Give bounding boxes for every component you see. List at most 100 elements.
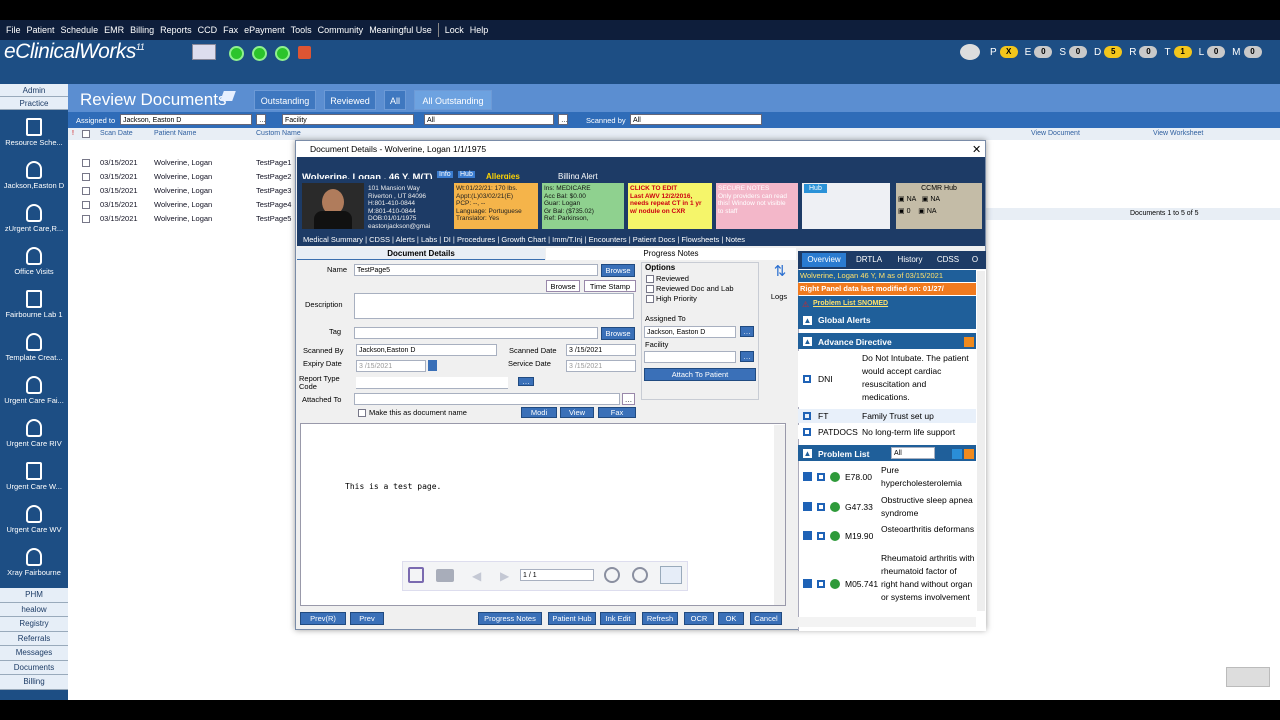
tag-field[interactable] <box>354 327 598 339</box>
status-count-t[interactable]: 1 <box>1173 46 1192 58</box>
row-checkbox[interactable] <box>817 473 825 481</box>
col-custom-name[interactable]: Custom Name <box>256 130 301 137</box>
zoom-in-icon[interactable] <box>632 567 648 583</box>
menu-file[interactable]: File <box>6 25 21 35</box>
bottom-prevbutton[interactable]: Prev <box>350 612 384 625</box>
nav-practice[interactable]: Practice <box>0 97 68 110</box>
nav-item[interactable]: Jackson,Easton D <box>0 157 68 200</box>
table-row[interactable]: 03/15/2021 Wolverine, Logan TestPage3 <box>68 184 298 198</box>
tab-all-outstanding[interactable]: All Outstanding <box>414 90 492 110</box>
fax-button[interactable]: Fax <box>598 407 636 418</box>
row-checkbox[interactable] <box>803 428 811 436</box>
bottom-ink-editbutton[interactable]: Ink Edit <box>600 612 636 625</box>
menu-reports[interactable]: Reports <box>160 25 192 35</box>
status-green-icon[interactable] <box>275 46 290 61</box>
filter-more-button[interactable]: … <box>558 114 568 125</box>
row-checkbox[interactable] <box>82 215 90 223</box>
expand-icon[interactable] <box>803 531 812 540</box>
menu-ccd[interactable]: CCD <box>198 25 218 35</box>
rp-tab-drtla[interactable]: DRTLA <box>850 253 888 267</box>
attached-more-button[interactable]: … <box>622 393 635 405</box>
menu-schedule[interactable]: Schedule <box>61 25 99 35</box>
filter-all-select[interactable]: All <box>424 114 554 125</box>
bottom-patient-hubbutton[interactable]: Patient Hub <box>548 612 596 625</box>
video-controls[interactable] <box>1226 667 1270 687</box>
expiry-date-field[interactable]: 3 /15/2021 <box>356 360 426 372</box>
status-count-m[interactable]: 0 <box>1243 46 1262 58</box>
assigned-more-button[interactable]: … <box>256 114 266 125</box>
row-checkbox[interactable] <box>803 375 811 383</box>
hub-card[interactable]: Hub <box>802 183 890 229</box>
user-icon[interactable] <box>192 44 216 60</box>
scanned-date-field[interactable]: 3 /15/2021 <box>566 344 636 356</box>
appointment-card[interactable]: Wt:01/22/21: 170 lbs. Appt:(L)03/02/21(E)… <box>454 183 538 229</box>
nav-phm[interactable]: PHM <box>0 588 68 603</box>
browse-button[interactable]: Browse <box>601 264 635 277</box>
nav-item[interactable]: Fairbourne Lab 1 <box>0 286 68 329</box>
click-to-edit-card[interactable]: CLICK TO EDIT Last AWV 12/2/2016, needs re… <box>628 183 712 229</box>
select-all-checkbox[interactable] <box>82 130 90 138</box>
global-alerts-header[interactable]: Global Alerts <box>818 315 871 325</box>
page-layout-icon[interactable] <box>660 566 682 584</box>
problem-list-header[interactable]: Problem List <box>818 449 869 459</box>
report-type-more-button[interactable]: … <box>518 377 534 386</box>
rp-vertical-scrollbar[interactable] <box>977 271 985 611</box>
nav-item[interactable]: Resource Sche... <box>0 114 68 157</box>
bottom-ocrbutton[interactable]: OCR <box>684 612 714 625</box>
nav-documents[interactable]: Documents <box>0 660 68 675</box>
refresh-icon[interactable] <box>960 44 980 60</box>
menu-help[interactable]: Help <box>470 25 489 35</box>
nav-referrals[interactable]: Referrals <box>0 631 68 646</box>
menu-icon[interactable] <box>964 337 974 347</box>
nav-messages[interactable]: Messages <box>0 646 68 661</box>
zoom-out-icon[interactable] <box>604 567 620 583</box>
nav-item[interactable]: zUrgent Care,R... <box>0 200 68 243</box>
row-checkbox[interactable] <box>82 159 90 167</box>
table-row[interactable]: 03/15/2021 Wolverine, Logan TestPage5 <box>68 212 298 226</box>
menu-meaningful-use[interactable]: Meaningful Use <box>369 25 432 35</box>
menu-billing[interactable]: Billing <box>130 25 154 35</box>
assigned-to-more-button[interactable]: … <box>740 326 754 337</box>
facility-select[interactable]: Facility <box>282 114 414 125</box>
bottom-okbutton[interactable]: OK <box>718 612 744 625</box>
col-patient-name[interactable]: Patient Name <box>154 130 196 137</box>
nav-item[interactable]: Urgent Care RIV <box>0 415 68 458</box>
row-checkbox[interactable] <box>803 412 811 420</box>
view-button[interactable]: View <box>560 407 594 418</box>
service-date-field[interactable]: 3 /15/2021 <box>566 360 636 372</box>
menu-tools[interactable]: Tools <box>291 25 312 35</box>
assigned-to-select[interactable]: Jackson, Easton D <box>644 326 736 338</box>
previous-page-icon[interactable]: ◀ <box>472 569 481 583</box>
rp-tab-history[interactable]: History <box>892 253 928 267</box>
name-field[interactable]: TestPage5 <box>354 264 598 276</box>
menu-emr[interactable]: EMR <box>104 25 124 35</box>
collapse-icon[interactable]: ▲ <box>803 449 812 458</box>
report-type-field[interactable] <box>356 377 508 389</box>
alert-icon[interactable] <box>298 46 311 59</box>
insurance-card[interactable]: Ins: MEDICARE Acc Bal: $0.00 Guar: Logan Gr… <box>542 183 624 229</box>
close-icon[interactable]: ✕ <box>972 143 981 156</box>
status-green-icon[interactable] <box>229 46 244 61</box>
nav-admin[interactable]: Admin <box>0 84 68 97</box>
browse-button-2[interactable]: Browse <box>546 280 580 292</box>
tab-all[interactable]: All <box>384 90 406 110</box>
nav-item[interactable]: Urgent Care W... <box>0 458 68 501</box>
problem-list-snomed-link[interactable]: Problem List SNOMED <box>813 300 888 307</box>
row-checkbox[interactable] <box>817 580 825 588</box>
bottom-refreshbutton[interactable]: Refresh <box>642 612 678 625</box>
modi-button[interactable]: Modi <box>521 407 557 418</box>
patient-nav-tabs[interactable]: Medical Summary | CDSS | Alerts | Labs |… <box>297 234 985 246</box>
menu-epayment[interactable]: ePayment <box>244 25 285 35</box>
save-icon[interactable] <box>408 567 424 583</box>
nav-billing[interactable]: Billing <box>0 675 68 690</box>
bottom-prev-r-button[interactable]: Prev(R) <box>300 612 346 625</box>
status-count-l[interactable]: 0 <box>1207 46 1226 58</box>
rp-tab-o[interactable]: O <box>968 253 982 267</box>
nav-registry[interactable]: Registry <box>0 617 68 632</box>
nav-item[interactable]: Template Creat... <box>0 329 68 372</box>
rp-tab-cdss[interactable]: CDSS <box>932 253 964 267</box>
status-count-s[interactable]: 0 <box>1069 46 1088 58</box>
menu-lock[interactable]: Lock <box>445 25 464 35</box>
scanned-by-select[interactable]: Jackson,Easton D <box>356 344 497 356</box>
expand-icon[interactable] <box>803 579 812 588</box>
